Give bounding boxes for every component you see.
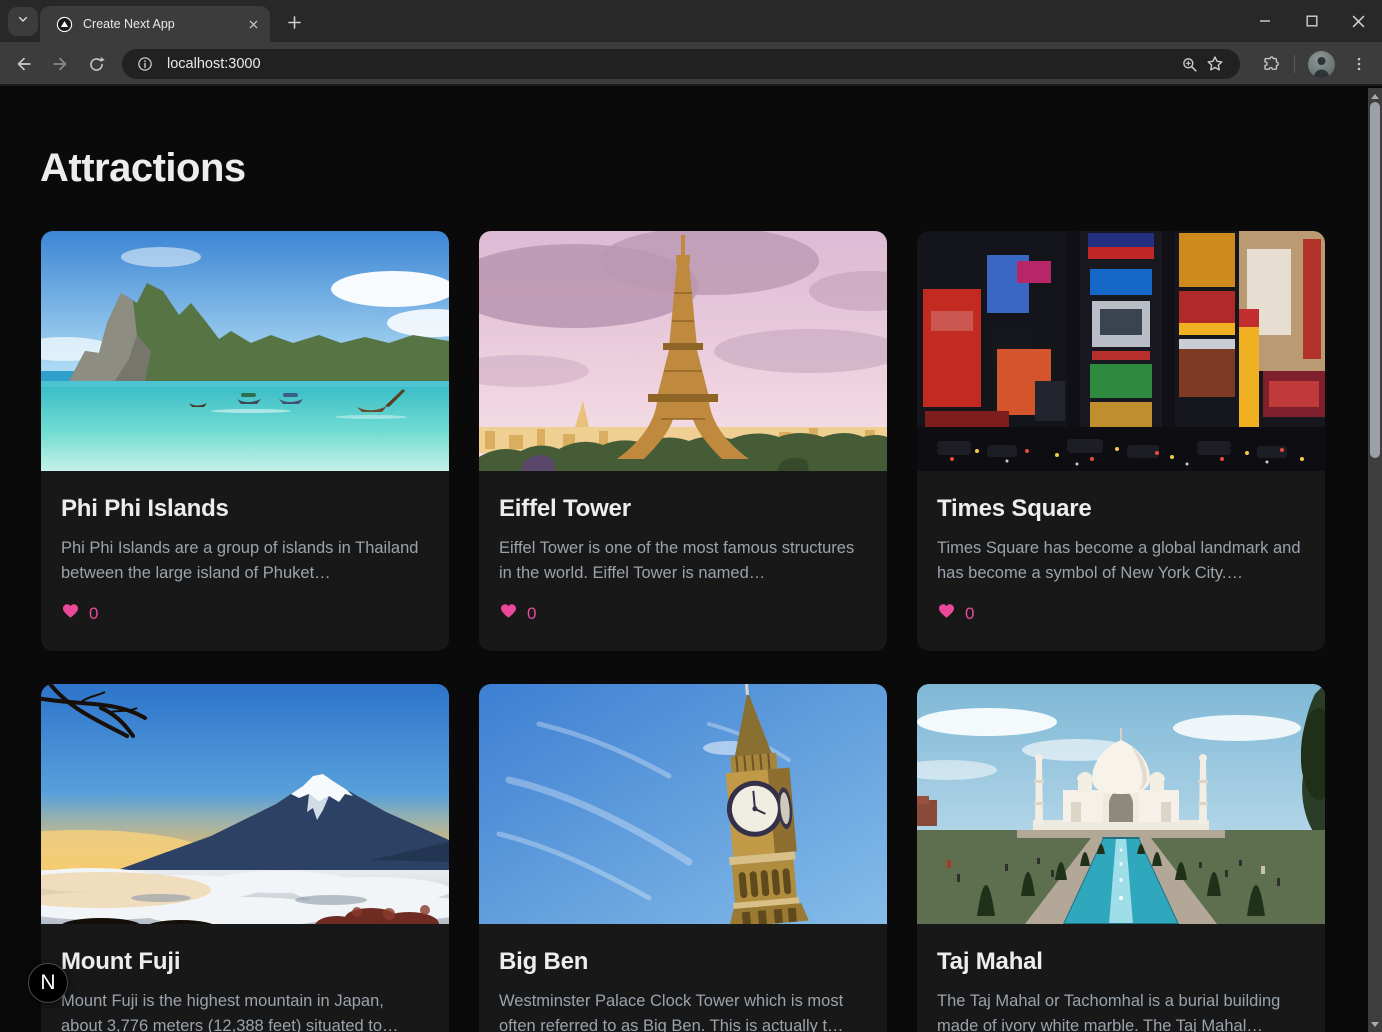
- back-button[interactable]: [10, 50, 38, 78]
- likes-count: 0: [965, 604, 974, 624]
- mount-fuji-photo: [41, 684, 449, 924]
- card-body: Mount Fuji Mount Fuji is the highest mou…: [41, 924, 449, 1032]
- zoom-icon[interactable]: [1176, 51, 1202, 77]
- eiffel-tower-photo: [479, 231, 887, 471]
- tab-close-button[interactable]: [244, 15, 262, 33]
- profile-avatar[interactable]: [1308, 51, 1335, 78]
- card-description: Mount Fuji is the highest mountain in Ja…: [61, 989, 429, 1032]
- likes-count: 0: [527, 604, 536, 624]
- page-title: Attractions: [0, 88, 1368, 191]
- tab-create-next-app[interactable]: Create Next App: [40, 6, 270, 42]
- address-bar[interactable]: localhost:3000: [122, 49, 1240, 79]
- taj-mahal-photo: [917, 684, 1325, 924]
- card-body: Eiffel Tower Eiffel Tower is one of the …: [479, 471, 887, 651]
- scrollbar-up-arrow[interactable]: [1368, 90, 1382, 102]
- chevron-down-icon: [15, 11, 31, 32]
- nextjs-devtools-badge[interactable]: N: [28, 963, 68, 1003]
- card-title: Eiffel Tower: [499, 495, 867, 523]
- card-body: Phi Phi Islands Phi Phi Islands are a gr…: [41, 471, 449, 651]
- tab-title: Create Next App: [83, 17, 244, 31]
- scrollbar-thumb[interactable]: [1370, 102, 1380, 458]
- card-body: Times Square Times Square has become a g…: [917, 471, 1325, 651]
- card-mount-fuji[interactable]: Mount Fuji Mount Fuji is the highest mou…: [41, 684, 449, 1032]
- likes-count: 0: [89, 604, 98, 624]
- card-title: Mount Fuji: [61, 948, 429, 976]
- heart-icon: [499, 602, 518, 625]
- card-times-square[interactable]: Times Square Times Square has become a g…: [917, 231, 1325, 651]
- phi-phi-islands-photo: [41, 231, 449, 471]
- window-controls: [1241, 0, 1382, 42]
- attractions-grid: Phi Phi Islands Phi Phi Islands are a gr…: [41, 231, 1368, 1032]
- browser-window: Create Next App: [0, 0, 1382, 1032]
- card-description: Westminster Palace Clock Tower which is …: [499, 989, 867, 1032]
- big-ben-photo: [479, 684, 887, 924]
- tab-strip: Create Next App: [0, 0, 1382, 42]
- forward-button[interactable]: [46, 50, 74, 78]
- card-eiffel-tower[interactable]: Eiffel Tower Eiffel Tower is one of the …: [479, 231, 887, 651]
- card-title: Big Ben: [499, 948, 867, 976]
- url-text: localhost:3000: [167, 56, 261, 72]
- card-description: Eiffel Tower is one of the most famous s…: [499, 536, 867, 586]
- card-description: Times Square has become a global landmar…: [937, 536, 1305, 586]
- scrollbar-track[interactable]: [1368, 88, 1382, 1032]
- nextjs-favicon: [56, 16, 73, 33]
- like-button[interactable]: 0: [937, 602, 1305, 625]
- card-description: The Taj Mahal or Tachomhal is a burial b…: [937, 989, 1305, 1032]
- reload-button[interactable]: [82, 50, 110, 78]
- nextjs-n-logo: N: [40, 971, 55, 995]
- minimize-button[interactable]: [1241, 0, 1288, 42]
- heart-icon: [937, 602, 956, 625]
- browser-toolbar: localhost:3000: [0, 42, 1382, 86]
- tab-search-button[interactable]: [8, 7, 38, 36]
- card-title: Phi Phi Islands: [61, 495, 429, 523]
- close-window-button[interactable]: [1335, 0, 1382, 42]
- card-phi-phi-islands[interactable]: Phi Phi Islands Phi Phi Islands are a gr…: [41, 231, 449, 651]
- card-description: Phi Phi Islands are a group of islands i…: [61, 536, 429, 586]
- scrollbar-down-arrow[interactable]: [1368, 1018, 1382, 1030]
- site-info-icon[interactable]: [132, 51, 158, 77]
- heart-icon: [61, 602, 80, 625]
- card-big-ben[interactable]: Big Ben Westminster Palace Clock Tower w…: [479, 684, 887, 1032]
- maximize-button[interactable]: [1288, 0, 1335, 42]
- like-button[interactable]: 0: [61, 602, 429, 625]
- card-title: Taj Mahal: [937, 948, 1305, 976]
- times-square-photo: [917, 231, 1325, 471]
- like-button[interactable]: 0: [499, 602, 867, 625]
- card-title: Times Square: [937, 495, 1305, 523]
- card-body: Big Ben Westminster Palace Clock Tower w…: [479, 924, 887, 1032]
- browser-menu-icon[interactable]: [1345, 50, 1373, 78]
- bookmark-star-icon[interactable]: [1202, 51, 1228, 77]
- card-body: Taj Mahal The Taj Mahal or Tachomhal is …: [917, 924, 1325, 1032]
- extensions-icon[interactable]: [1256, 50, 1284, 78]
- new-tab-button[interactable]: [281, 9, 307, 35]
- page-content: Attractions: [0, 88, 1368, 1032]
- toolbar-divider: [1294, 55, 1295, 73]
- card-taj-mahal[interactable]: Taj Mahal The Taj Mahal or Tachomhal is …: [917, 684, 1325, 1032]
